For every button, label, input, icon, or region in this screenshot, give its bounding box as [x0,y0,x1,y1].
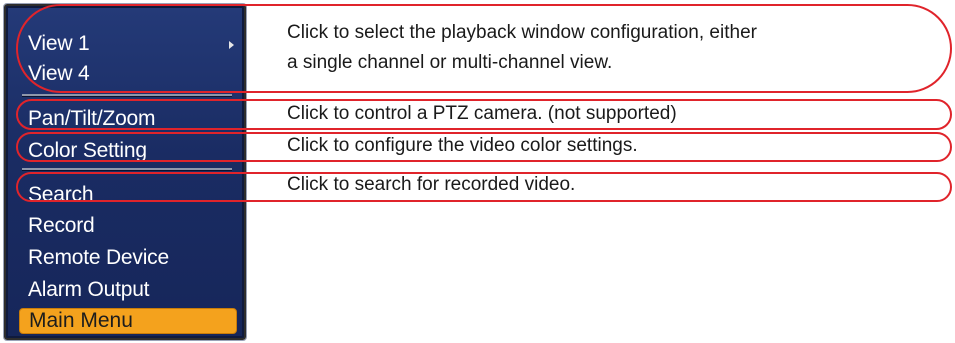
menu-separator [22,168,232,171]
description-color-setting: Click to configure the video color setti… [287,135,638,156]
menu-item-label: Record [28,214,95,237]
menu-item-record[interactable]: Record [28,214,95,238]
menu-item-label: Alarm Output [28,278,150,301]
menu-item-main-menu[interactable]: Main Menu [19,308,237,334]
description-view-line-2: a single channel or multi-channel view. [287,52,613,73]
menu-item-alarm-output[interactable]: Alarm Output [28,278,150,302]
menu-item-label: Remote Device [28,246,169,269]
menu-separator [22,94,232,97]
description-ptz: Click to control a PTZ camera. (not supp… [287,103,677,124]
menu-item-label: Main Menu [29,309,133,332]
description-view-line-1: Click to select the playback window conf… [287,22,757,43]
menu-item-remote-device[interactable]: Remote Device [28,246,169,270]
callout-view-outline [16,4,952,93]
description-search: Click to search for recorded video. [287,174,576,195]
